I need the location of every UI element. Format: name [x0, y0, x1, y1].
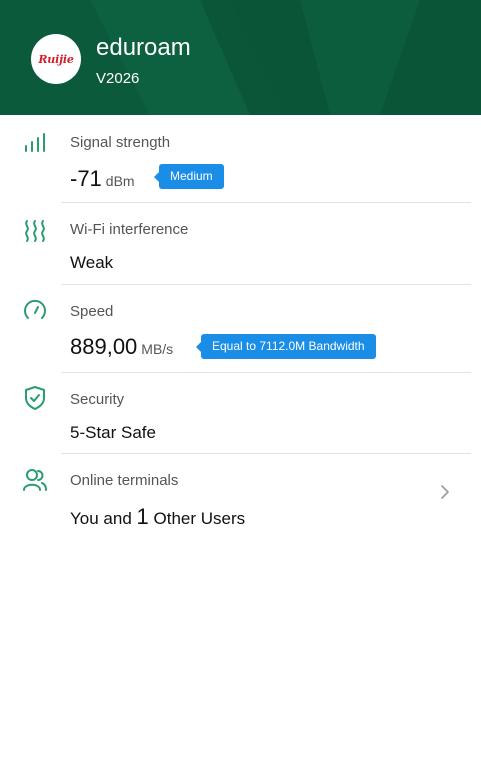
speed-number: 889,00 [70, 334, 138, 359]
terminals-prefix: You and [70, 509, 132, 528]
online-terminals-row[interactable]: Online terminals You and 1 Other Users [0, 454, 481, 538]
speed-label: Speed [70, 303, 114, 320]
speedometer-icon [24, 299, 46, 319]
logo-text: Ruijie [38, 52, 74, 66]
signal-bars-icon [25, 133, 45, 152]
security-row: Security 5-Star Safe [0, 373, 481, 453]
interference-label: Wi-Fi interference [70, 221, 189, 238]
security-value: 5-Star Safe [70, 423, 156, 442]
shield-check-icon [25, 386, 45, 410]
online-terminals-value: You and 1 Other Users [70, 504, 245, 530]
users-icon [23, 469, 47, 491]
speed-value: 889,00 MB/s [70, 334, 173, 360]
online-terminals-label: Online terminals [70, 472, 179, 489]
speed-row: Speed 889,00 MB/s Equal to 7112.0M Bandwi… [0, 285, 481, 372]
terminals-count: 1 [136, 504, 149, 529]
security-label: Security [70, 391, 125, 408]
chevron-right-icon[interactable] [438, 485, 452, 499]
network-ssid: eduroam [96, 34, 191, 61]
speed-unit: MB/s [141, 341, 174, 357]
signal-quality-badge: Medium [154, 164, 224, 189]
network-header: Ruijie eduroam V2026 [0, 0, 481, 115]
terminals-suffix: Other Users [153, 509, 246, 528]
ruijie-logo: Ruijie [31, 34, 81, 84]
signal-strength-unit: dBm [105, 173, 135, 189]
signal-strength-number: -71 [70, 166, 102, 191]
bandwidth-badge: Equal to 7112.0M Bandwidth [196, 334, 376, 359]
interference-value: Weak [70, 253, 114, 272]
interference-row: Wi-Fi interference Weak [0, 203, 481, 284]
network-version: V2026 [96, 70, 140, 87]
interference-waves-icon [25, 220, 45, 242]
signal-strength-label: Signal strength [70, 134, 171, 151]
signal-strength-row: Signal strength -71 dBm Medium [0, 115, 481, 203]
signal-strength-value: -71 dBm [70, 166, 135, 192]
